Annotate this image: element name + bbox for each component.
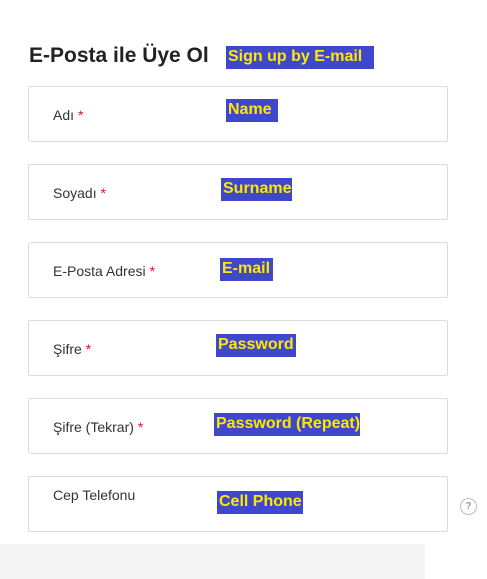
password-repeat-annotation: Password (Repeat) xyxy=(214,413,360,436)
cell-phone-label: Cep Telefonu xyxy=(53,487,136,503)
bottom-panel xyxy=(0,544,425,579)
required-mark: * xyxy=(149,263,156,279)
email-label: E-Posta Adresi * xyxy=(53,263,156,279)
question-mark-icon[interactable]: ? xyxy=(460,498,477,515)
cell-phone-annotation: Cell Phone xyxy=(217,491,303,514)
required-mark: * xyxy=(85,341,92,357)
email-annotation: E-mail xyxy=(220,258,273,281)
password-label: Şifre * xyxy=(53,341,92,357)
required-mark: * xyxy=(78,107,84,123)
surname-label: Soyadı * xyxy=(53,185,107,201)
surname-annotation: Surname xyxy=(221,178,292,201)
required-mark: * xyxy=(137,419,144,435)
title-annotation: Sign up by E-mail xyxy=(226,46,374,69)
first-name-annotation: Name xyxy=(226,99,278,122)
password-annotation: Password xyxy=(216,334,296,357)
password-repeat-label: Şifre (Tekrar) * xyxy=(53,419,144,435)
first-name-label: Adı * xyxy=(53,107,84,123)
page-title: E-Posta ile Üye Ol xyxy=(29,44,209,67)
required-mark: * xyxy=(100,185,107,201)
